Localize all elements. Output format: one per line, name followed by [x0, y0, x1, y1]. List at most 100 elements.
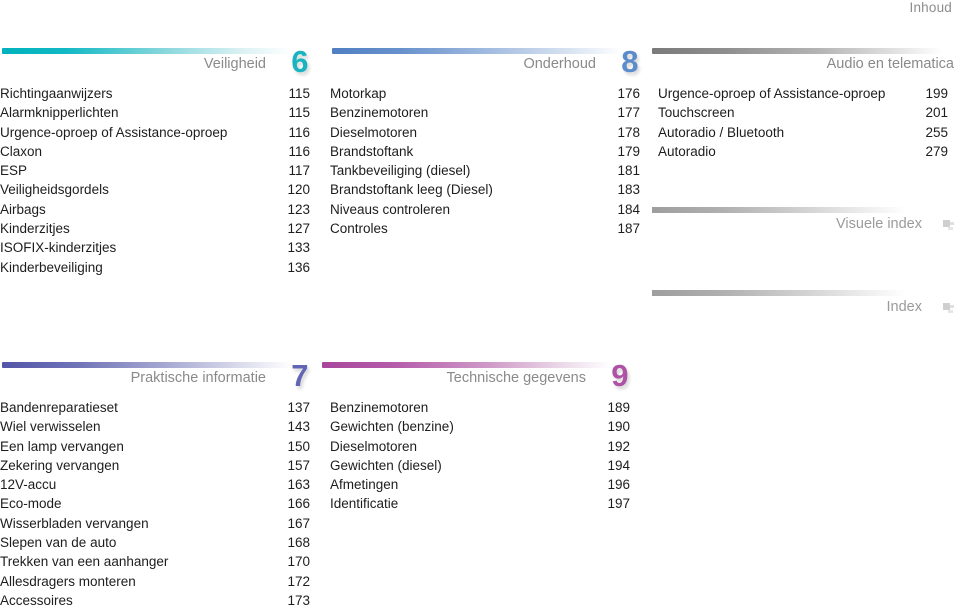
toc-row[interactable]: Gewichten (benzine) 190: [330, 417, 630, 436]
index-link-label: Visuele index: [836, 216, 922, 233]
toc-entry-page: 168: [287, 535, 310, 551]
toc-entry-label: Eco-mode: [0, 496, 62, 512]
toc-entry-page: 173: [287, 592, 310, 608]
toc-row[interactable]: Afmetingen 196: [330, 475, 630, 494]
toc-row[interactable]: Alarmknipperlichten 115: [0, 103, 310, 122]
toc-row[interactable]: Airbags 123: [0, 200, 310, 219]
section-header-onderhoud: Onderhoud 8: [330, 44, 640, 84]
index-link-visuele-index[interactable]: Visuele index: [650, 203, 960, 243]
toc-row[interactable]: Touchscreen 201: [650, 103, 960, 122]
toc-row[interactable]: Kinderbeveiliging 136: [0, 258, 310, 277]
toc-row[interactable]: Bandenreparatieset 137: [0, 398, 310, 417]
toc-row[interactable]: Slepen van de auto 168: [0, 533, 310, 552]
toc-entry-label: Claxon: [0, 143, 43, 159]
toc-row[interactable]: ESP 117: [0, 161, 310, 180]
index-link-index[interactable]: Index: [650, 286, 960, 326]
section-accent-bar: [322, 362, 612, 368]
toc-row[interactable]: Brandstoftank leeg (Diesel) 183: [330, 180, 640, 199]
toc-row[interactable]: Autoradio / Bluetooth 255: [650, 123, 960, 142]
toc-entry-label: Urgence-oproep of Assistance-oproep: [658, 86, 886, 101]
toc-entry-label: Controles: [330, 221, 388, 237]
document-label: Inhoud: [909, 0, 952, 15]
toc-entry-label: Accessoires: [0, 592, 73, 608]
toc-entry-label: Allesdragers monteren: [0, 573, 136, 589]
toc-row[interactable]: ISOFIX-kinderzitjes 133: [0, 238, 310, 257]
toc-entry-page: 115: [288, 86, 310, 101]
toc-row[interactable]: Accessoires 173: [0, 591, 310, 610]
toc-row[interactable]: Allesdragers monteren 172: [0, 572, 310, 591]
toc-entry-label: Zekering vervangen: [0, 457, 120, 473]
toc-entry-page: 143: [287, 419, 310, 435]
section-column-audio-en-telematica: Audio en telematica Urgence-oproep of As…: [650, 44, 960, 326]
book-pages-icon: [943, 303, 954, 314]
toc-row[interactable]: 12V-accu 163: [0, 475, 310, 494]
toc-entry-label: Trekken van een aanhanger: [0, 554, 169, 570]
toc-row[interactable]: Eco-mode 166: [0, 494, 310, 513]
toc-entry-page: 178: [617, 124, 640, 140]
toc-entry-label: Autoradio: [658, 143, 716, 159]
toc-row[interactable]: Dieselmotoren 192: [330, 437, 630, 456]
section-number: 7: [291, 358, 308, 393]
toc-row[interactable]: Benzinemotoren 189: [330, 398, 630, 417]
toc-entry-page: 183: [617, 182, 640, 198]
toc-entry-page: 136: [287, 259, 310, 275]
toc-entry-label: Een lamp vervangen: [0, 438, 124, 454]
toc-row[interactable]: Zekering vervangen 157: [0, 456, 310, 475]
toc-row[interactable]: Kinderzitjes 127: [0, 219, 310, 238]
toc-row[interactable]: Motorkap 176: [330, 84, 640, 103]
toc-entry-page: 115: [288, 105, 310, 121]
toc-row[interactable]: Wisserbladen vervangen 167: [0, 514, 310, 533]
toc-row[interactable]: Gewichten (diesel) 194: [330, 456, 630, 475]
toc-entry-label: Niveaus controleren: [330, 201, 451, 217]
toc-entry-label: Kinderbeveiliging: [0, 259, 103, 275]
toc-row[interactable]: Autoradio 279: [650, 142, 960, 161]
toc-row[interactable]: Brandstoftank 179: [330, 142, 640, 161]
toc-entry-page: 123: [287, 201, 310, 217]
toc-entry-label: Brandstoftank leeg (Diesel): [330, 182, 493, 198]
toc-row[interactable]: Urgence-oproep of Assistance-oproep 199: [650, 84, 960, 103]
toc-row[interactable]: Niveaus controleren 184: [330, 200, 640, 219]
toc-entry-label: Benzinemotoren: [330, 105, 429, 121]
toc-row[interactable]: Wiel verwisselen 143: [0, 417, 310, 436]
toc-entry-page: 194: [607, 457, 630, 473]
toc-entry-page: 170: [287, 554, 310, 570]
toc-entry-page: 189: [607, 400, 630, 415]
toc-entry-page: 197: [607, 496, 630, 512]
section-title: Onderhoud: [523, 56, 596, 72]
section-accent-bar: [652, 48, 942, 54]
toc-row[interactable]: Urgence-oproep of Assistance-oproep 116: [0, 123, 310, 142]
toc-entry-label: Kinderzitjes: [0, 221, 70, 237]
toc-row[interactable]: Controles 187: [330, 219, 640, 238]
index-accent-bar: [652, 207, 907, 214]
toc-entry-page: 172: [287, 573, 310, 589]
section-column-onderhoud: Onderhoud 8 Motorkap 176 Benzinemotoren 17…: [330, 44, 640, 238]
toc-entry-label: Afmetingen: [330, 477, 399, 493]
section-title: Audio en telematica: [826, 56, 954, 72]
toc-entry-label: ESP: [0, 163, 28, 179]
toc-entry-label: ISOFIX-kinderzitjes: [0, 240, 117, 256]
toc-entry-label: Tankbeveiliging (diesel): [330, 163, 471, 179]
toc-entry-page: 184: [617, 201, 640, 217]
toc-list-veiligheid: Richtingaanwijzers 115 Alarmknipperlichte…: [0, 84, 310, 277]
section-column-technische-gegevens: Technische gegevens 9 Benzinemotoren 189 …: [320, 358, 630, 514]
section-title: Veiligheid: [203, 56, 266, 72]
toc-row[interactable]: Richtingaanwijzers 115: [0, 84, 310, 103]
toc-entry-page: 117: [288, 163, 310, 179]
toc-list-praktische-informatie: Bandenreparatieset 137 Wiel verwisselen 14…: [0, 398, 310, 610]
toc-row[interactable]: Veiligheidsgordels 120: [0, 180, 310, 199]
toc-entry-page: 196: [607, 477, 630, 493]
toc-row[interactable]: Claxon 116: [0, 142, 310, 161]
toc-entry-page: 179: [617, 143, 640, 159]
toc-row[interactable]: Tankbeveiliging (diesel) 181: [330, 161, 640, 180]
toc-row[interactable]: Een lamp vervangen 150: [0, 437, 310, 456]
toc-row[interactable]: Trekken van een aanhanger 170: [0, 552, 310, 571]
section-header-praktische-informatie: Praktische informatie 7: [0, 358, 310, 398]
toc-row[interactable]: Dieselmotoren 178: [330, 123, 640, 142]
toc-row[interactable]: Benzinemotoren 177: [330, 103, 640, 122]
toc-entry-label: Benzinemotoren: [330, 400, 429, 415]
toc-entry-page: 190: [607, 419, 630, 435]
toc-row[interactable]: Identificatie 197: [330, 494, 630, 513]
section-accent-bar: [332, 48, 622, 54]
toc-entry-page: 157: [287, 457, 310, 473]
toc-entry-label: Brandstoftank: [330, 143, 414, 159]
